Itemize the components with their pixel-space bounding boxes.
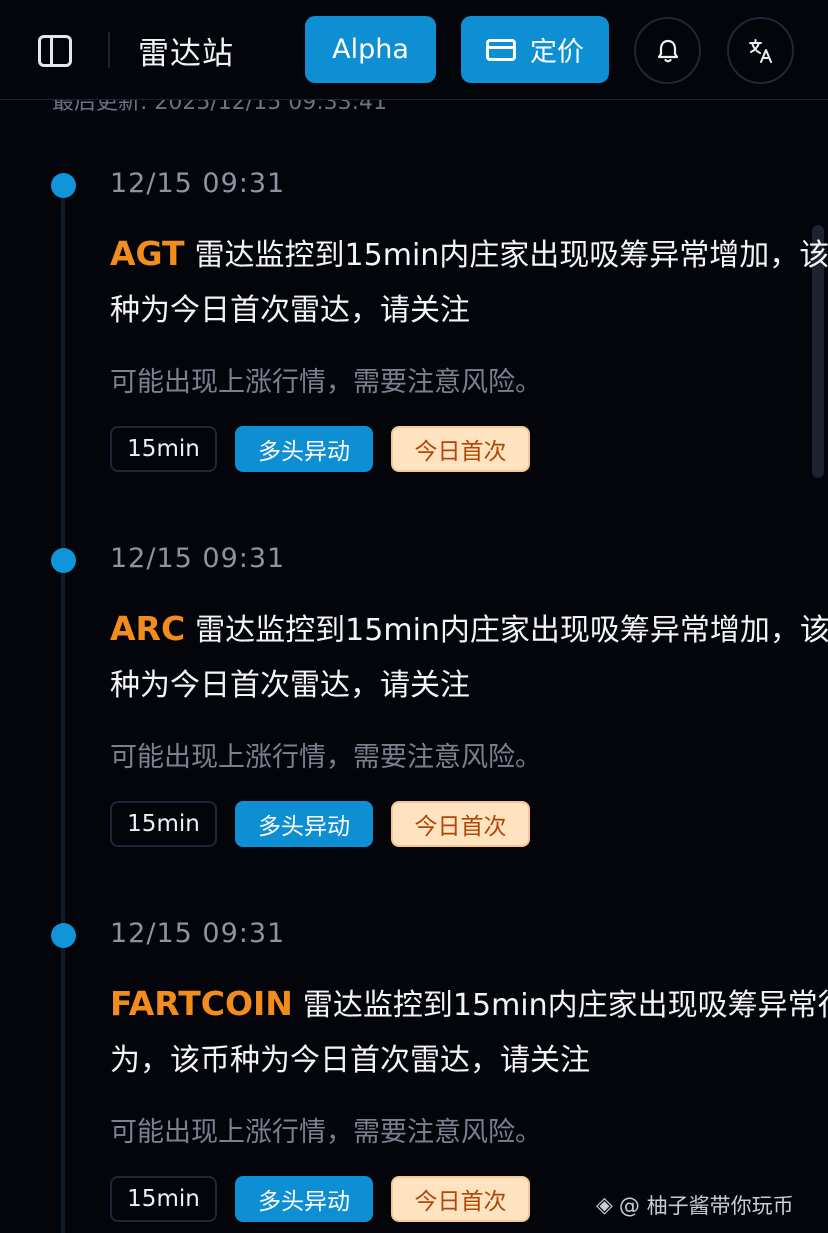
pricing-button-label: 定价 bbox=[530, 37, 584, 68]
entry-message-line1: 雷达监控到15min内庄家出现吸筹异常行 bbox=[302, 988, 828, 1023]
top-header: 雷达站 Alpha 定价 bbox=[0, 0, 828, 100]
sidebar-toggle-icon[interactable] bbox=[38, 35, 72, 67]
entry-message: FARTCOIN 雷达监控到15min内庄家出现吸筹异常行 为，该币种为今日首次雷… bbox=[110, 976, 828, 1088]
alpha-button[interactable]: Alpha bbox=[305, 16, 436, 83]
credit-card-icon bbox=[486, 38, 516, 61]
risk-hint: 可能出现上涨行情，需要注意风险。 bbox=[110, 1117, 542, 1148]
entry-time: 12/15 09:31 bbox=[110, 543, 286, 574]
pricing-button[interactable]: 定价 bbox=[461, 16, 609, 83]
entry-message-line1: 雷达监控到15min内庄家出现吸筹异常增加，该币 bbox=[195, 613, 828, 648]
alpha-button-label: Alpha bbox=[332, 34, 409, 65]
entry-time: 12/15 09:31 bbox=[110, 918, 286, 949]
entry-message-line2: 为，该币种为今日首次雷达，请关注 bbox=[110, 1043, 590, 1078]
entry-time: 12/15 09:31 bbox=[110, 168, 286, 199]
tag-list: 15min 多头异动 今日首次 bbox=[110, 426, 530, 472]
tag-bullish: 多头异动 bbox=[235, 801, 373, 847]
tag-list: 15min 多头异动 今日首次 bbox=[110, 1176, 530, 1222]
tag-list: 15min 多头异动 今日首次 bbox=[110, 801, 530, 847]
tag-first-today: 今日首次 bbox=[391, 1176, 530, 1222]
timeline-dot bbox=[51, 548, 76, 573]
header-divider bbox=[108, 32, 110, 68]
page-title: 雷达站 bbox=[138, 36, 234, 72]
watermark: ◈ @ 柚子酱带你玩币 bbox=[596, 1190, 794, 1220]
tag-interval: 15min bbox=[110, 426, 217, 472]
radar-page: 雷达站 Alpha 定价 最后更新: 2025/12/15 09:33:41 1… bbox=[0, 0, 828, 1233]
tag-bullish: 多头异动 bbox=[235, 1176, 373, 1222]
entry-message: ARC 雷达监控到15min内庄家出现吸筹异常增加，该币 种为今日首次雷达，请关注 bbox=[110, 601, 828, 713]
watermark-text: @ 柚子酱带你玩币 bbox=[618, 1194, 794, 1218]
tag-first-today: 今日首次 bbox=[391, 801, 530, 847]
coin-symbol[interactable]: AGT bbox=[110, 234, 185, 273]
translate-icon bbox=[748, 38, 772, 63]
timeline-dot bbox=[51, 923, 76, 948]
entry-message-line2: 种为今日首次雷达，请关注 bbox=[110, 293, 470, 328]
entry-message: AGT 雷达监控到15min内庄家出现吸筹异常增加，该币 种为今日首次雷达，请关注 bbox=[110, 226, 828, 338]
coin-symbol[interactable]: FARTCOIN bbox=[110, 984, 293, 1023]
entry-message-line1: 雷达监控到15min内庄家出现吸筹异常增加，该币 bbox=[194, 238, 828, 273]
notifications-button[interactable] bbox=[634, 17, 701, 84]
tag-interval: 15min bbox=[110, 1176, 217, 1222]
tag-first-today: 今日首次 bbox=[391, 426, 530, 472]
risk-hint: 可能出现上涨行情，需要注意风险。 bbox=[110, 742, 542, 773]
language-button[interactable] bbox=[727, 17, 794, 84]
entry-message-line2: 种为今日首次雷达，请关注 bbox=[110, 668, 470, 703]
risk-hint: 可能出现上涨行情，需要注意风险。 bbox=[110, 367, 542, 398]
tag-bullish: 多头异动 bbox=[235, 426, 373, 472]
tag-interval: 15min bbox=[110, 801, 217, 847]
timeline-dot bbox=[51, 173, 76, 198]
timeline-line bbox=[61, 186, 65, 1233]
diamond-logo-icon: ◈ bbox=[596, 1192, 613, 1218]
bell-icon bbox=[657, 39, 678, 62]
coin-symbol[interactable]: ARC bbox=[110, 609, 185, 648]
